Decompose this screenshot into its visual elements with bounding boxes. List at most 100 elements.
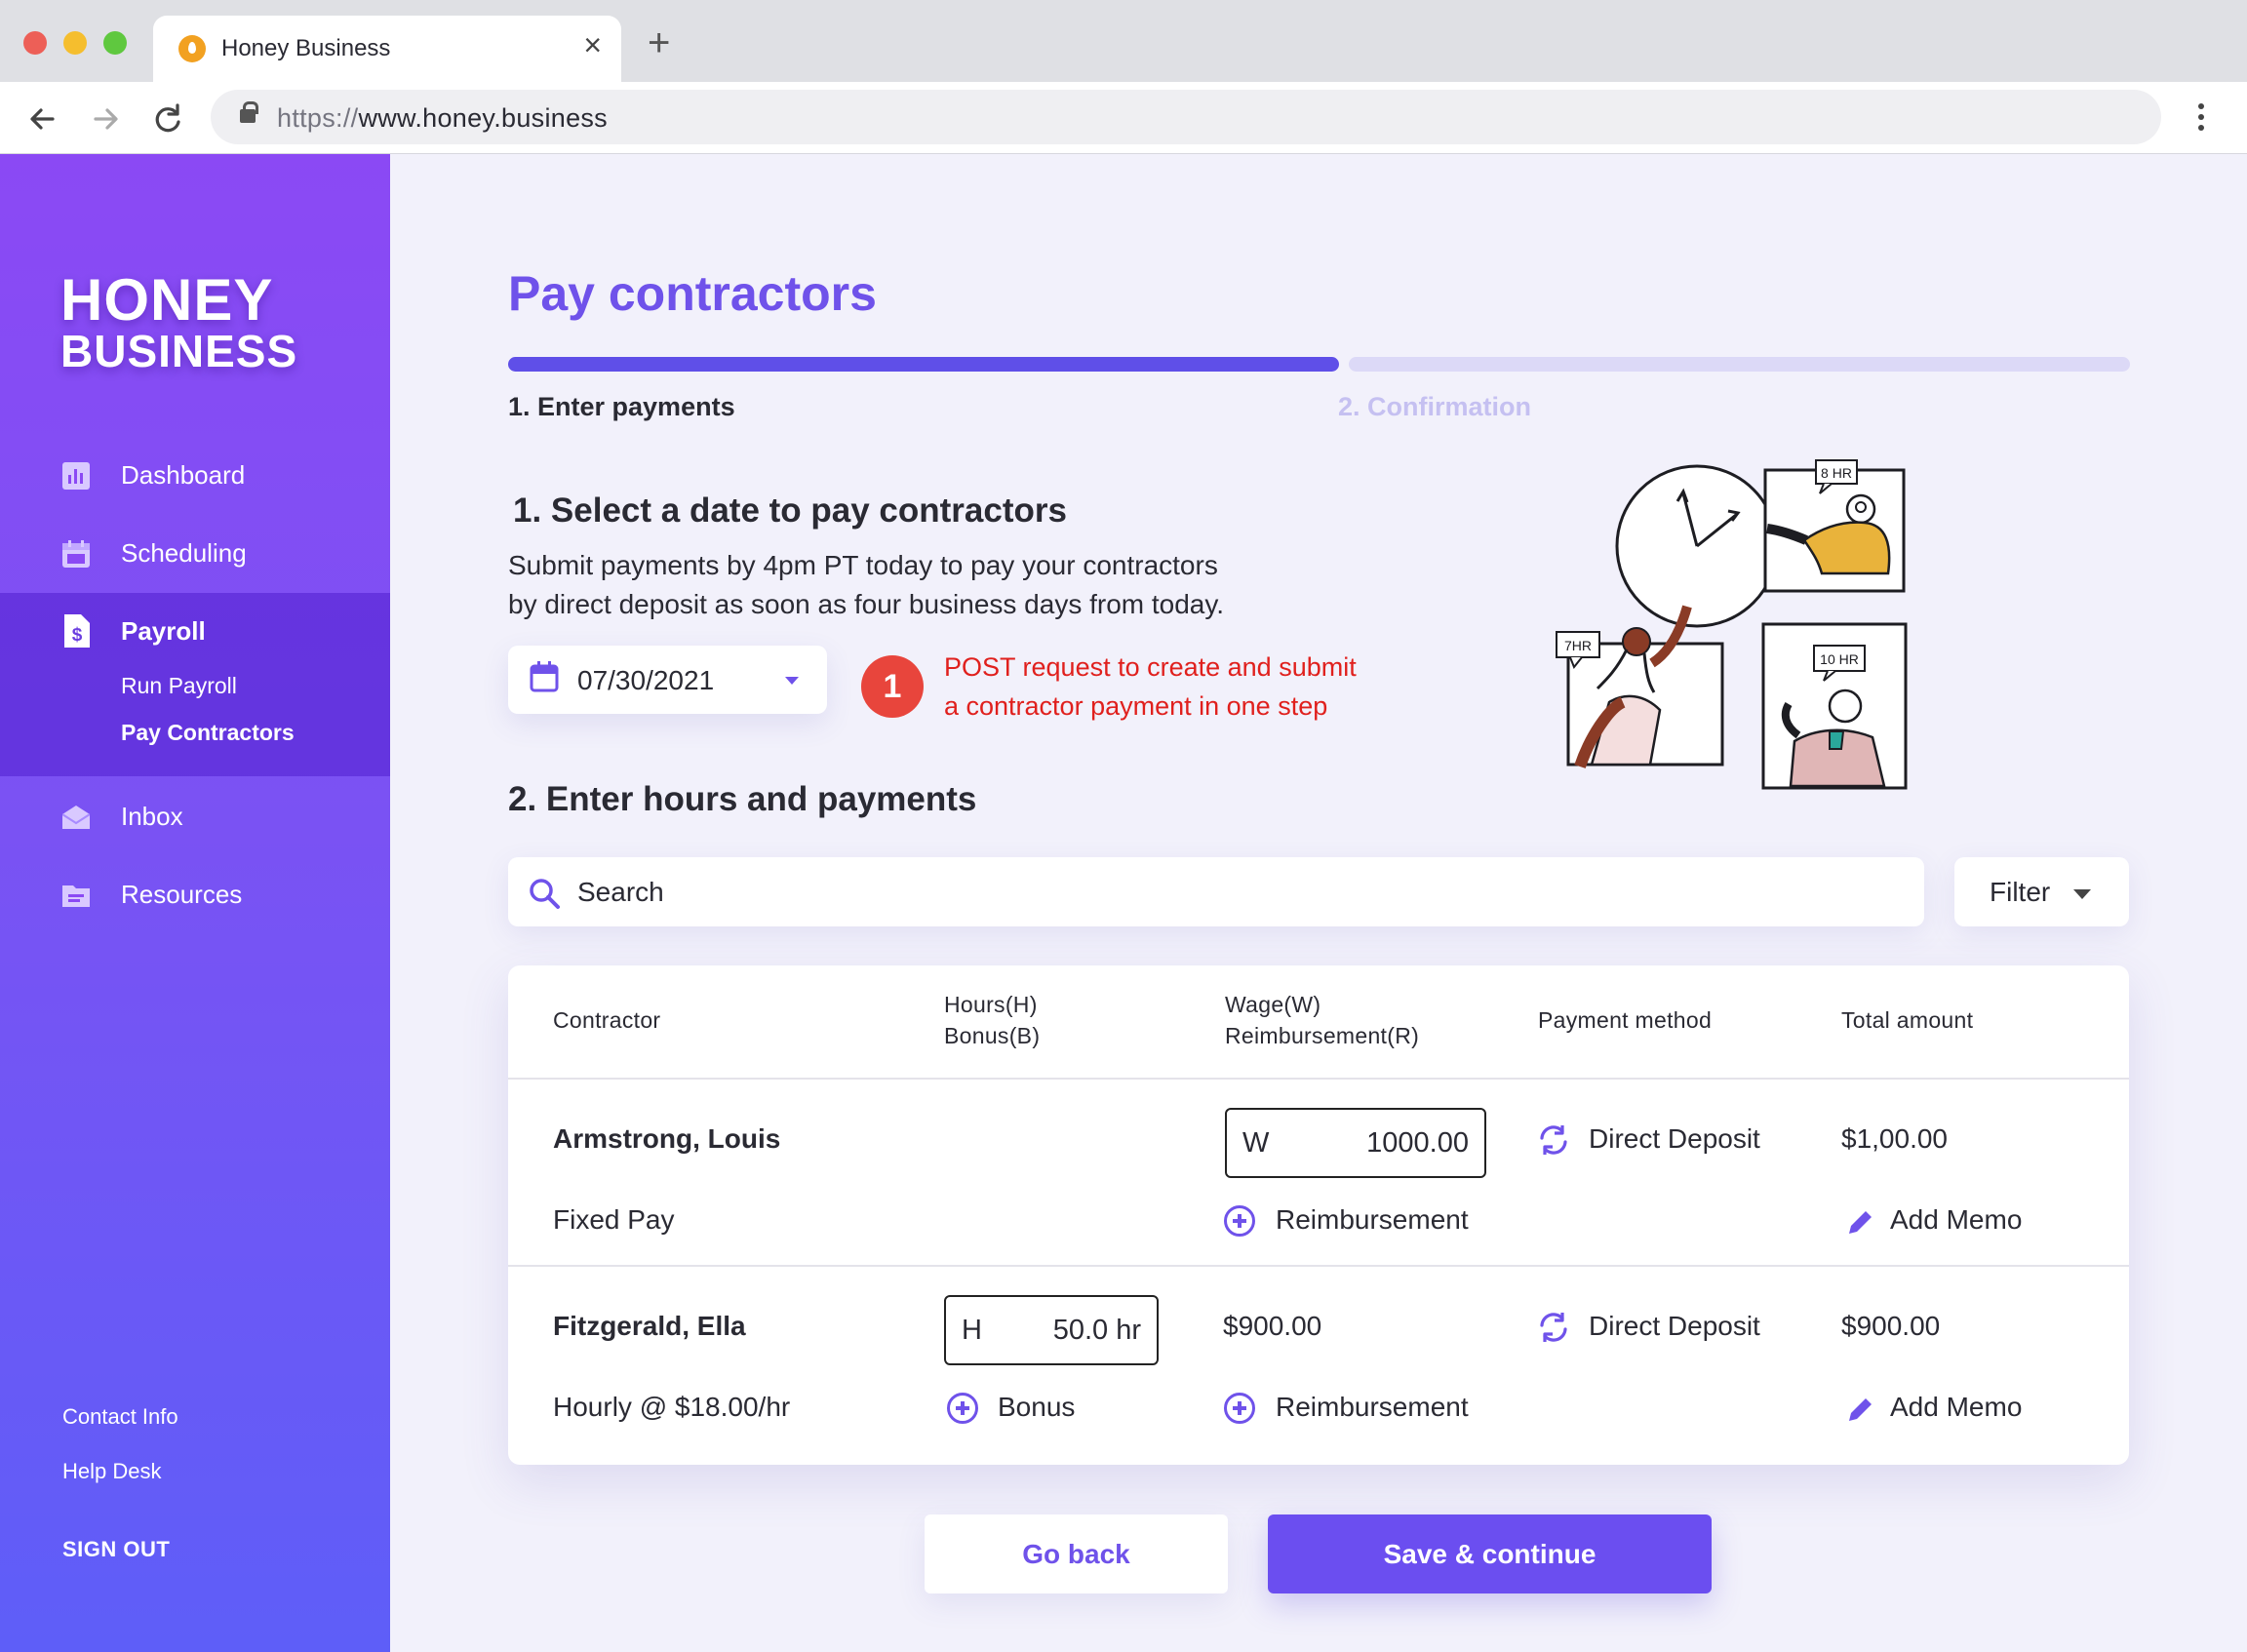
pay-type: Fixed Pay <box>553 1204 675 1235</box>
reimbursement-label: Reimbursement <box>1276 1392 1469 1422</box>
browser-menu-icon[interactable] <box>2198 103 2206 135</box>
contractors-clock-illustration: 8 HR 7HR 10 HR <box>1556 459 1908 790</box>
date-value: 07/30/2021 <box>577 665 715 695</box>
close-tab-icon[interactable]: × <box>583 29 602 60</box>
sidebar-item-label: Scheduling <box>121 538 247 568</box>
folder-icon <box>62 885 90 907</box>
sidebar-subitem-run-payroll[interactable]: Run Payroll <box>121 673 237 699</box>
plus-circle-icon <box>1224 1393 1255 1424</box>
payment-method: Direct Deposit <box>1589 1123 1760 1154</box>
wage-value: 1000.00 <box>1366 1127 1469 1159</box>
section-1-heading: 1. Select a date to pay contractors <box>513 492 1067 530</box>
sidebar-item-resources[interactable]: Resources <box>0 856 390 934</box>
total-amount: $900.00 <box>1841 1311 1941 1341</box>
sidebar-item-label: Payroll <box>121 616 206 646</box>
forward-arrow-icon[interactable] <box>86 99 125 138</box>
address-bar[interactable]: https://www.honey.business <box>211 90 2161 144</box>
close-window-dot[interactable] <box>23 31 47 55</box>
memo-label: Add Memo <box>1890 1204 2023 1235</box>
sign-out-link[interactable]: SIGN OUT <box>62 1537 170 1562</box>
sidebar-item-label: Resources <box>121 880 243 909</box>
table-divider <box>508 1078 2129 1080</box>
browser-tab[interactable]: Honey Business × <box>153 16 621 82</box>
pencil-icon <box>1849 1398 1872 1421</box>
annotation-note: POST request to create and submit a cont… <box>944 648 1412 726</box>
sidebar-item-payroll[interactable]: $ Payroll <box>0 593 390 671</box>
sidebar-subitem-pay-contractors[interactable]: Pay Contractors <box>121 720 295 746</box>
plus-circle-icon <box>947 1393 978 1424</box>
lock-icon <box>240 101 258 123</box>
chevron-down-icon <box>2073 889 2091 899</box>
description-line: Submit payments by 4pm PT today to pay y… <box>508 550 1218 580</box>
search-icon <box>530 879 560 909</box>
minimize-window-dot[interactable] <box>63 31 87 55</box>
search-placeholder: Search <box>577 877 664 907</box>
browser-tab-bar: Honey Business × + <box>0 0 2247 82</box>
filter-dropdown[interactable]: Filter <box>1954 857 2129 926</box>
sidebar-item-label: Inbox <box>121 802 183 831</box>
reload-icon[interactable] <box>148 99 187 138</box>
svg-text:10 HR: 10 HR <box>1820 651 1859 667</box>
progress-bar-remaining <box>1349 357 2130 372</box>
step-confirmation: 2. Confirmation <box>1338 392 1532 421</box>
description-line: by direct deposit as soon as four busine… <box>508 589 1225 619</box>
chevron-down-icon <box>785 677 799 685</box>
header-line: Wage(W) <box>1225 992 1321 1017</box>
hours-input[interactable]: H 50.0 hr <box>944 1295 1159 1365</box>
memo-label: Add Memo <box>1890 1392 2023 1422</box>
annotation-badge: 1 <box>861 655 924 718</box>
pencil-icon <box>1849 1211 1872 1234</box>
payment-method: Direct Deposit <box>1589 1311 1760 1341</box>
honey-business-logo: HONEY BUSINESS <box>60 267 298 377</box>
annotation-line: POST request to create and submit <box>944 652 1357 682</box>
sync-arrows-icon <box>1540 1313 1567 1342</box>
pay-type: Hourly @ $18.00/hr <box>553 1392 791 1422</box>
annotation-line: a contractor payment in one step <box>944 691 1328 721</box>
bar-chart-icon <box>62 462 90 490</box>
sidebar-item-label: Dashboard <box>121 460 246 490</box>
maximize-window-dot[interactable] <box>103 31 127 55</box>
save-continue-button[interactable]: Save & continue <box>1268 1514 1712 1593</box>
wage-input[interactable]: W 1000.00 <box>1225 1108 1486 1178</box>
section-1-description: Submit payments by 4pm PT today to pay y… <box>508 546 1386 624</box>
svg-text:7HR: 7HR <box>1564 638 1592 653</box>
reimbursement-label: Reimbursement <box>1276 1204 1469 1235</box>
column-header-wage-reimbursement: Wage(W) Reimbursement(R) <box>1225 989 1419 1051</box>
url-text: https://www.honey.business <box>277 103 608 133</box>
bonus-label: Bonus <box>998 1392 1076 1422</box>
sidebar-item-dashboard[interactable]: Dashboard <box>0 437 390 515</box>
envelope-icon <box>62 806 90 829</box>
column-header-payment-method: Payment method <box>1538 1007 1713 1033</box>
table-divider <box>508 1265 2129 1267</box>
wage-prefix: W <box>1242 1127 1270 1159</box>
column-header-hours-bonus: Hours(H) Bonus(B) <box>944 989 1040 1051</box>
sidebar-item-inbox[interactable]: Inbox <box>0 778 390 856</box>
page-title: Pay contractors <box>508 266 877 321</box>
contractor-name: Armstrong, Louis <box>553 1123 781 1154</box>
logo-line-1: HONEY <box>60 267 274 333</box>
back-arrow-icon[interactable] <box>23 99 62 138</box>
svg-text:$: $ <box>72 625 83 646</box>
svg-text:8 HR: 8 HR <box>1821 465 1852 481</box>
total-amount: $1,00.00 <box>1841 1123 1948 1154</box>
header-line: Hours(H) <box>944 992 1038 1017</box>
logo-line-2: BUSINESS <box>60 326 298 376</box>
sidebar: HONEY BUSINESS Dashboard Scheduling $ Pa… <box>0 154 390 1652</box>
hours-value: 50.0 hr <box>1052 1315 1141 1346</box>
new-tab-icon[interactable]: + <box>648 23 670 62</box>
plus-circle-icon <box>1224 1205 1255 1237</box>
step-enter-payments: 1. Enter payments <box>508 392 735 421</box>
search-input[interactable]: Search <box>508 857 1924 926</box>
sync-arrows-icon <box>1540 1125 1567 1155</box>
filter-label: Filter <box>1990 877 2051 907</box>
column-header-contractor: Contractor <box>553 1007 661 1033</box>
help-desk-link[interactable]: Help Desk <box>62 1459 161 1484</box>
sidebar-item-scheduling[interactable]: Scheduling <box>0 515 390 593</box>
wage-amount: $900.00 <box>1223 1311 1322 1341</box>
section-2-heading: 2. Enter hours and payments <box>508 780 977 818</box>
honey-favicon-icon <box>178 35 206 62</box>
go-back-button[interactable]: Go back <box>925 1514 1228 1593</box>
payment-date-picker[interactable]: 07/30/2021 <box>508 646 827 714</box>
contractor-payments-table: Contractor Hours(H) Bonus(B) Wage(W) Rei… <box>508 965 2129 1465</box>
contact-info-link[interactable]: Contact Info <box>62 1404 178 1430</box>
